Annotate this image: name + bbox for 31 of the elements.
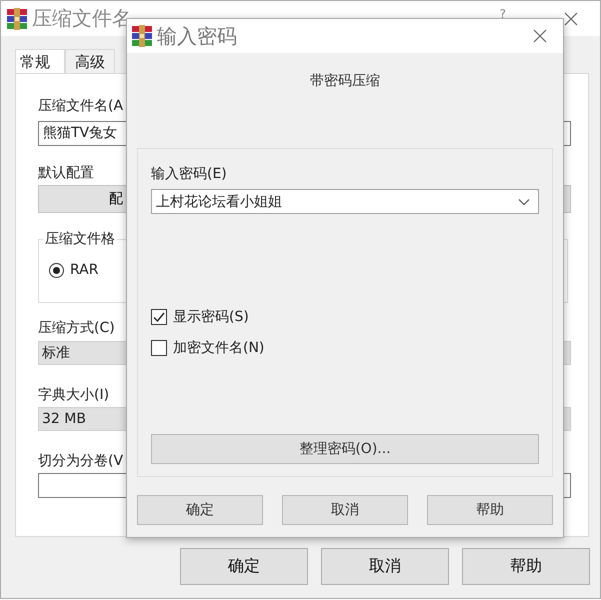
chevron-down-icon[interactable] [518,198,530,206]
radio-label: RAR [70,262,98,278]
organize-button[interactable]: 整理密码(O)... [151,434,539,464]
checkbox[interactable] [151,308,167,324]
help-button[interactable]: ? [500,7,506,21]
tab[interactable]: 常规 [15,49,65,73]
radio-button[interactable] [49,262,64,278]
field-label: 默认配置 [38,164,94,182]
dialog-button[interactable]: 确定 [137,495,263,525]
checkbox-label: 加密文件名(N) [173,338,264,356]
dialog-button[interactable]: 取消 [282,495,408,525]
dialog-button[interactable]: 取消 [321,548,449,585]
password-combo[interactable]: 上村花论坛看小姐姐 [151,189,539,214]
books-icon [131,25,153,47]
field-label: 压缩文件名(A [38,97,124,115]
close-icon[interactable] [533,29,547,43]
tab[interactable]: 高级 [65,49,115,73]
window-title: 输入密码 [157,22,237,50]
dialog-button[interactable]: 确定 [180,548,308,585]
close-icon[interactable] [564,12,578,26]
field-label: 字典大小(I) [38,386,110,404]
field-label: 输入密码(E) [151,165,227,183]
dialog-button[interactable]: 帮助 [462,548,590,585]
field-label: 压缩方式(C) [38,319,115,337]
books-icon [6,8,28,30]
checkbox-label: 显示密码(S) [173,308,249,326]
dialog-button[interactable]: 帮助 [427,495,553,525]
group-title: 压缩文件格 [43,230,117,248]
dialog-heading: 带密码压缩 [309,72,381,90]
checkbox[interactable] [151,340,167,356]
field-label: 切分为分卷(V [38,452,124,470]
